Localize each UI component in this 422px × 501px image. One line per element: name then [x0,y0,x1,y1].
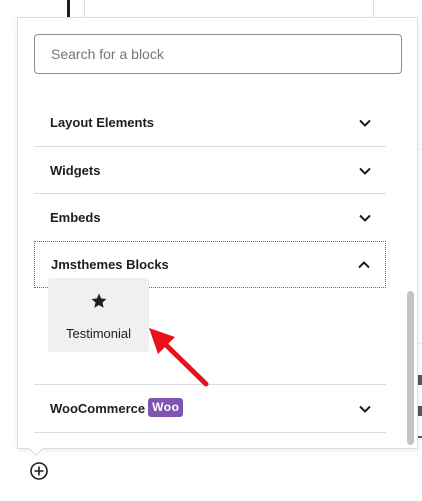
category-label-text: WooCommerce [50,401,146,416]
plus-circle-icon[interactable] [29,461,49,481]
chevron-up-icon [358,260,370,268]
chevron-down-icon [359,405,371,413]
category-label: Embeds [50,210,101,225]
block-label: Testimonial [65,326,132,341]
editor-block-edge [67,0,70,17]
category-label: Layout Elements [50,115,155,130]
block-inserter-popover: Layout Elements Widgets Embeds [17,17,418,449]
editor-text-fragment [418,375,422,385]
star-icon [91,293,106,308]
editor-link-fragment [418,436,422,438]
editor-canvas: Layout Elements Widgets Embeds [0,0,422,501]
category-divider [34,432,386,433]
chevron-down-icon [359,214,371,222]
block-search-input[interactable] [51,46,385,62]
category-label: Jmsthemes Blocks [51,257,169,272]
block-testimonial[interactable]: Testimonial [48,278,149,352]
scrollbar[interactable] [405,90,417,448]
category-widgets[interactable]: Widgets [34,147,386,194]
scrollbar-thumb[interactable] [407,291,414,445]
woo-badge: Woo [148,398,184,417]
category-label: WooCommerce Woo [50,398,184,418]
category-embeds[interactable]: Embeds [34,194,386,241]
editor-block-frame [84,0,374,17]
chevron-down-icon [359,119,371,127]
block-category-list: Layout Elements Widgets Embeds Jmsthemes… [18,90,405,448]
chevron-down-icon [359,167,371,175]
category-woocommerce[interactable]: WooCommerce Woo [34,385,386,432]
category-label: Widgets [50,163,101,178]
block-search-box[interactable] [34,34,402,74]
editor-text-fragment [418,406,422,416]
category-layout-elements[interactable]: Layout Elements [34,99,386,146]
